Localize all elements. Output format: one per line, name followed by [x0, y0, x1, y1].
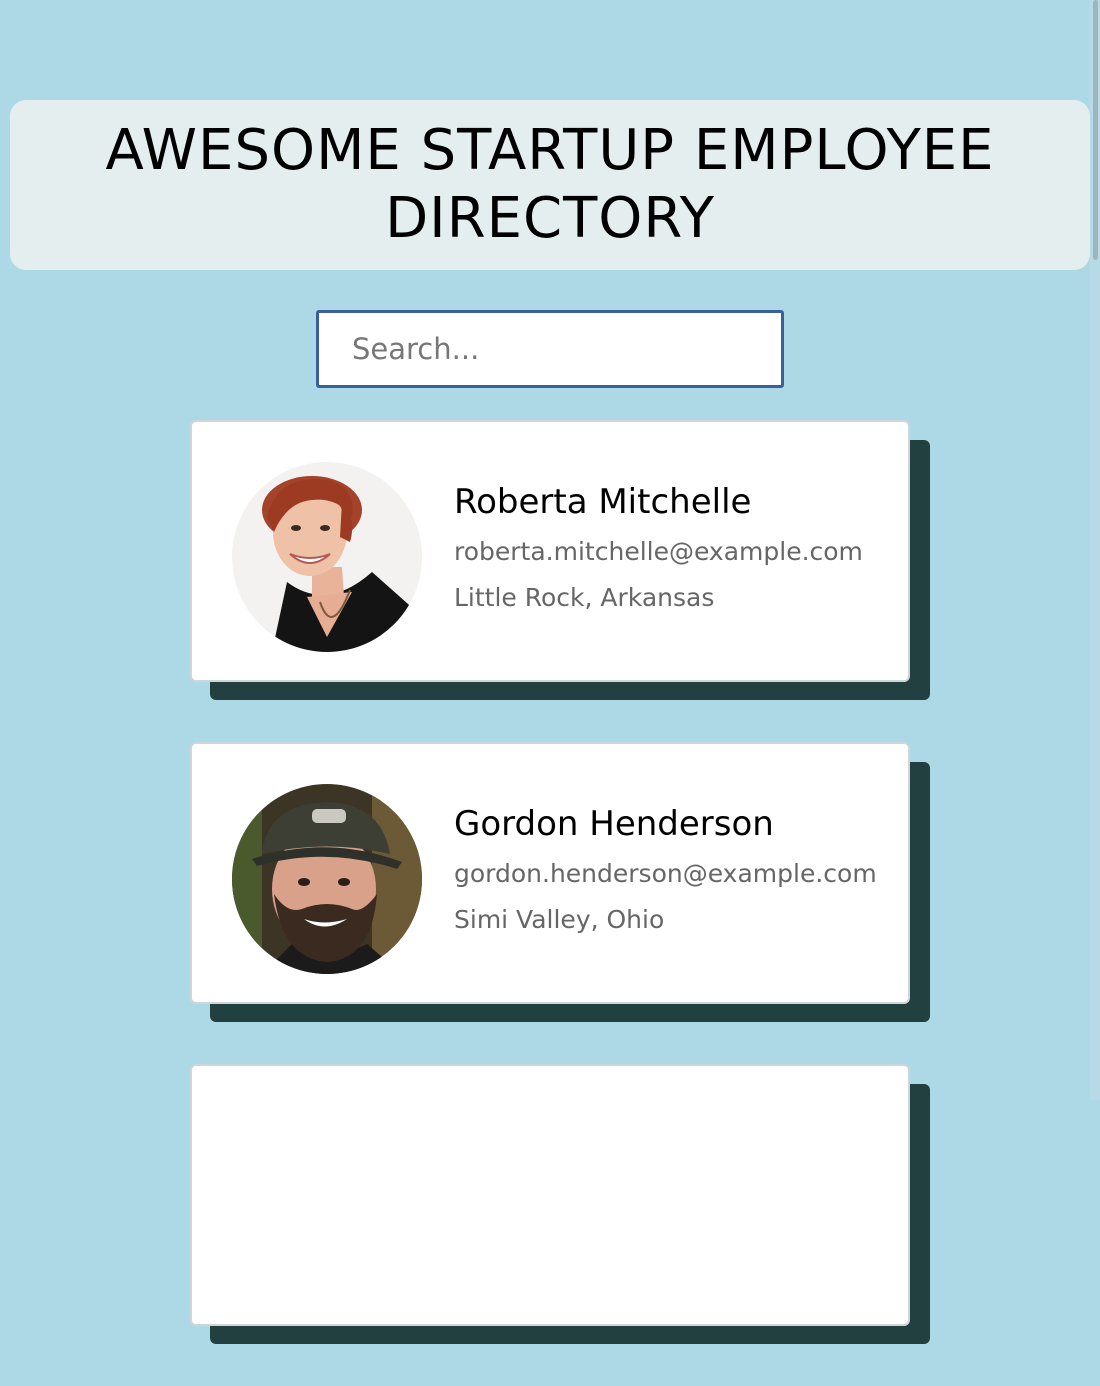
employee-location: Little Rock, Arkansas [454, 583, 715, 612]
employee-card[interactable] [190, 1064, 930, 1344]
woman-portrait-image [232, 462, 422, 652]
search-input[interactable] [319, 313, 781, 385]
employee-photo [232, 462, 422, 652]
employee-email: gordon.henderson@example.com [454, 859, 877, 888]
employee-info: Roberta Mitchelle roberta.mitchelle@exam… [454, 480, 863, 626]
employee-info: Gordon Henderson gordon.henderson@exampl… [454, 802, 877, 948]
employee-photo [232, 784, 422, 974]
card-body[interactable]: Roberta Mitchelle roberta.mitchelle@exam… [190, 420, 910, 682]
man-portrait-image [232, 784, 422, 974]
page-title: AWESOME STARTUP EMPLOYEE DIRECTORY [105, 118, 995, 251]
search-box[interactable] [316, 310, 784, 388]
employee-email: roberta.mitchelle@example.com [454, 537, 863, 566]
employee-list: Roberta Mitchelle roberta.mitchelle@exam… [190, 420, 930, 1386]
page-header: AWESOME STARTUP EMPLOYEE DIRECTORY [10, 100, 1090, 270]
employee-card[interactable]: Roberta Mitchelle roberta.mitchelle@exam… [190, 420, 930, 700]
card-body[interactable]: Gordon Henderson gordon.henderson@exampl… [190, 742, 910, 1004]
scrollbar-thumb[interactable] [1093, 0, 1098, 260]
employee-name: Roberta Mitchelle [454, 482, 752, 522]
employee-location: Simi Valley, Ohio [454, 905, 665, 934]
employee-name: Gordon Henderson [454, 804, 774, 844]
card-body[interactable] [190, 1064, 910, 1326]
employee-card[interactable]: Gordon Henderson gordon.henderson@exampl… [190, 742, 930, 1022]
page-scrollbar[interactable] [1090, 0, 1100, 1100]
